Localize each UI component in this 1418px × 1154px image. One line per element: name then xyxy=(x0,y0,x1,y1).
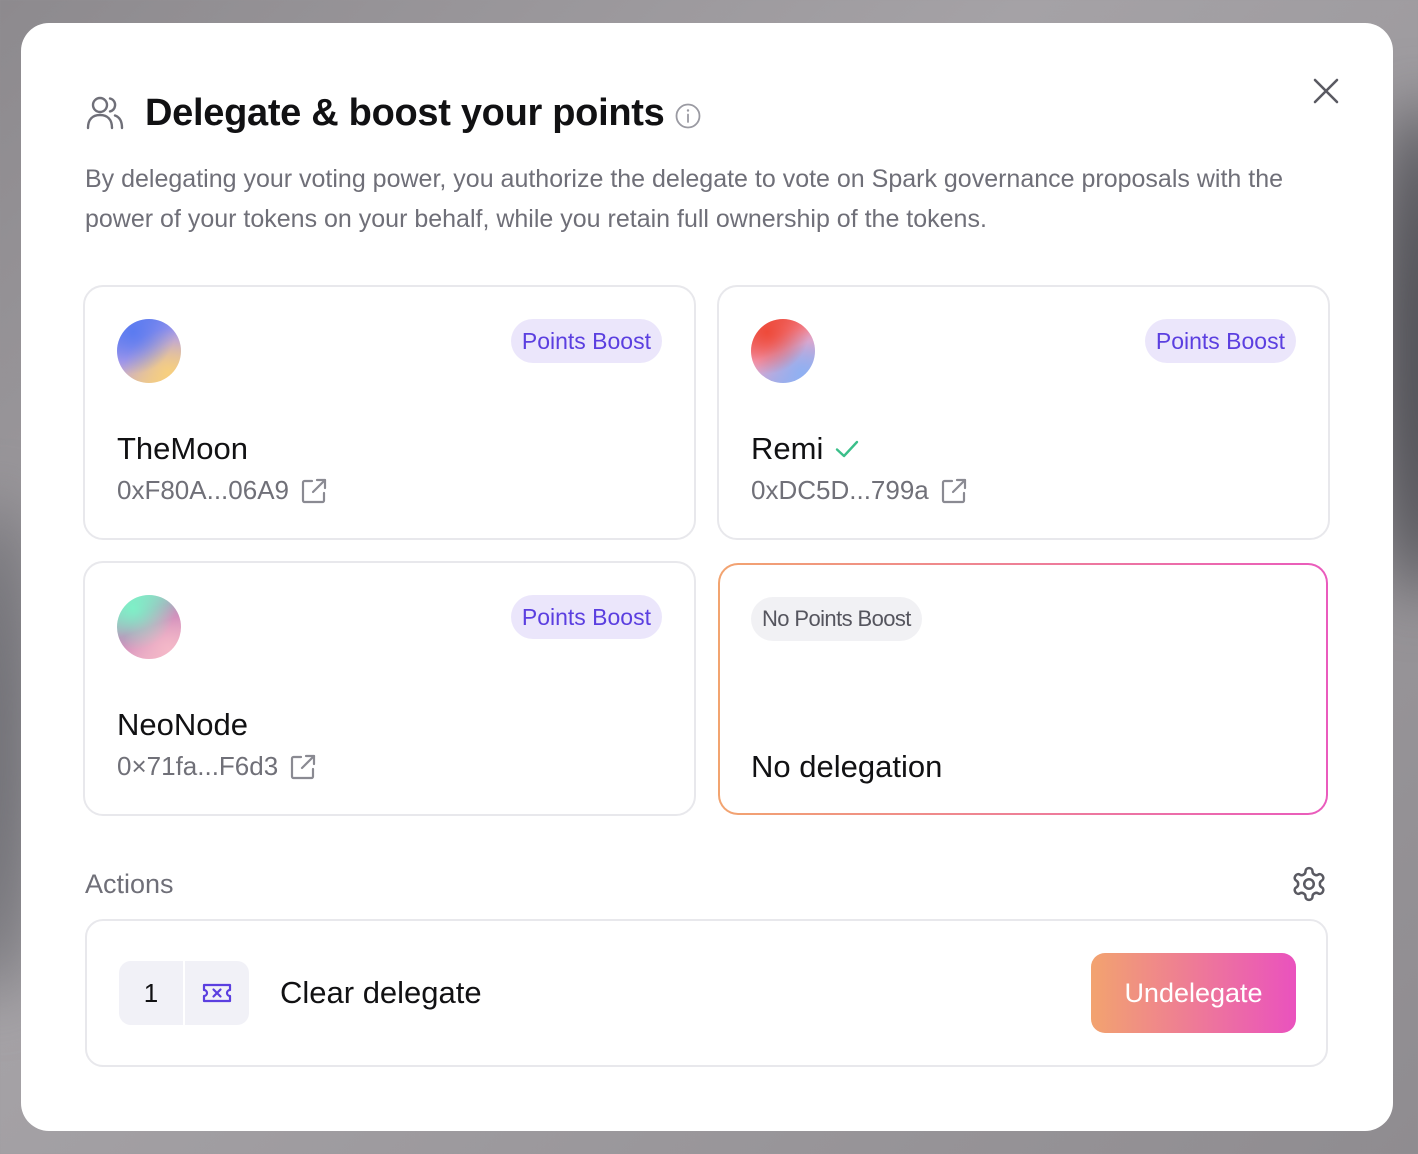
delegate-name: Remi xyxy=(751,431,861,467)
avatar xyxy=(117,319,181,383)
points-boost-badge: Points Boost xyxy=(510,595,662,639)
external-link-icon[interactable] xyxy=(299,476,329,506)
delegate-address-text: 0xDC5D...799a xyxy=(751,475,929,505)
step-label: Clear delegate xyxy=(280,975,482,1010)
delegate-address: 0xDC5D...799a xyxy=(751,475,969,506)
delegate-name-text: NeoNode xyxy=(117,707,248,742)
delegate-name-text: Remi xyxy=(751,431,824,466)
no-points-boost-badge: No Points Boost xyxy=(751,597,922,641)
info-icon[interactable] xyxy=(674,102,702,130)
modal-header: Delegate & boost your points xyxy=(85,89,702,137)
points-boost-badge: Points Boost xyxy=(510,319,662,363)
delegate-address-text: 0×71fa...F6d3 xyxy=(117,751,279,781)
external-link-icon[interactable] xyxy=(288,752,318,782)
action-item: 1 Clear delegate Undelegate xyxy=(85,919,1328,1067)
delegate-card[interactable]: Points Boost NeoNode 0×71fa...F6d3 xyxy=(83,561,696,816)
delegate-name: NeoNode xyxy=(117,707,248,743)
undelegate-button[interactable]: Undelegate xyxy=(1091,953,1296,1033)
actions-heading: Actions xyxy=(85,869,174,899)
step-icon-box xyxy=(185,961,249,1025)
delegate-address-text: 0xF80A...06A9 xyxy=(117,475,289,505)
delegate-card[interactable]: Points Boost Remi 0xDC5D...799a xyxy=(717,285,1330,540)
ticket-x-icon xyxy=(202,983,232,1003)
page-title: Delegate & boost your points xyxy=(145,91,665,134)
points-boost-badge: Points Boost xyxy=(1144,319,1296,363)
no-delegation-label: No delegation xyxy=(751,749,943,784)
no-delegation-card[interactable]: No Points Boost No delegation xyxy=(718,563,1328,815)
close-icon xyxy=(1313,78,1339,104)
modal-description: By delegating your voting power, you aut… xyxy=(85,165,1283,233)
delegate-name: TheMoon xyxy=(117,431,248,467)
gear-icon[interactable] xyxy=(1290,865,1328,903)
delegate-modal: Delegate & boost your points By delegati… xyxy=(21,23,1393,1131)
users-icon xyxy=(86,96,124,130)
verified-check-icon xyxy=(836,440,859,458)
delegate-card[interactable]: Points Boost TheMoon 0xF80A...06A9 xyxy=(83,285,696,540)
delegate-address: 0xF80A...06A9 xyxy=(117,475,329,506)
avatar xyxy=(117,595,181,659)
avatar xyxy=(751,319,815,383)
step-number: 1 xyxy=(119,961,183,1025)
delegate-name-text: TheMoon xyxy=(117,431,248,466)
close-button[interactable] xyxy=(1311,76,1341,106)
delegate-address: 0×71fa...F6d3 xyxy=(117,751,318,782)
external-link-icon[interactable] xyxy=(939,476,969,506)
